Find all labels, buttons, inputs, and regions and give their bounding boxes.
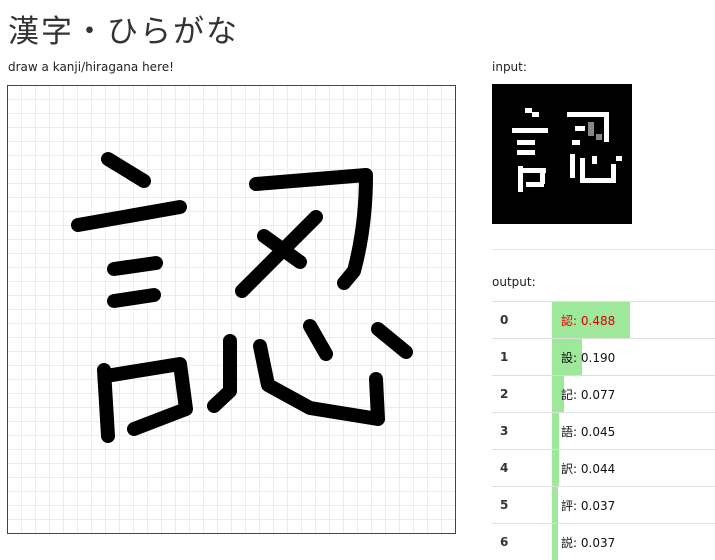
result-text: 記: 0.077 xyxy=(552,388,615,402)
canvas-label: draw a kanji/hiragana here! xyxy=(8,60,174,74)
result-char: 設 xyxy=(561,351,573,365)
output-results-table: 0認: 0.4881設: 0.1902記: 0.0773語: 0.0454訳: … xyxy=(492,301,715,560)
input-label: input: xyxy=(492,60,527,74)
result-rank: 2 xyxy=(492,376,552,413)
drawn-strokes xyxy=(8,86,456,534)
result-rank: 0 xyxy=(492,302,552,339)
result-rank: 1 xyxy=(492,339,552,376)
result-text: 設: 0.190 xyxy=(552,351,615,365)
result-score: 0.488 xyxy=(581,314,615,328)
result-row: 0認: 0.488 xyxy=(492,302,715,339)
result-row: 4訳: 0.044 xyxy=(492,450,715,487)
result-score: 0.045 xyxy=(581,425,615,439)
result-text: 語: 0.045 xyxy=(552,425,615,439)
result-char: 記 xyxy=(561,388,573,402)
result-cell: 評: 0.037 xyxy=(552,487,715,524)
result-cell: 説: 0.037 xyxy=(552,524,715,560)
input-preview-image xyxy=(492,84,632,224)
section-divider xyxy=(492,249,715,250)
result-text: 評: 0.037 xyxy=(552,499,615,513)
result-score: 0.037 xyxy=(581,536,615,550)
result-score: 0.190 xyxy=(581,351,615,365)
result-row: 3語: 0.045 xyxy=(492,413,715,450)
result-char: 語 xyxy=(561,425,573,439)
result-char: 認 xyxy=(561,314,573,328)
result-cell: 語: 0.045 xyxy=(552,413,715,450)
output-label: output: xyxy=(492,275,536,289)
result-char: 説 xyxy=(561,536,573,550)
result-score: 0.037 xyxy=(581,499,615,513)
result-text: 説: 0.037 xyxy=(552,536,615,550)
result-row: 6説: 0.037 xyxy=(492,524,715,560)
page-title: 漢字・ひらがな xyxy=(8,6,239,51)
result-rank: 4 xyxy=(492,450,552,487)
result-row: 5評: 0.037 xyxy=(492,487,715,524)
result-char: 評 xyxy=(561,499,573,513)
result-cell: 設: 0.190 xyxy=(552,339,715,376)
result-cell: 認: 0.488 xyxy=(552,302,715,339)
result-cell: 訳: 0.044 xyxy=(552,450,715,487)
result-text: 認: 0.488 xyxy=(552,314,615,328)
result-cell: 記: 0.077 xyxy=(552,376,715,413)
result-text: 訳: 0.044 xyxy=(552,462,615,476)
result-char: 訳 xyxy=(561,462,573,476)
result-row: 2記: 0.077 xyxy=(492,376,715,413)
result-score: 0.077 xyxy=(581,388,615,402)
drawing-canvas[interactable] xyxy=(7,85,456,534)
result-rank: 6 xyxy=(492,524,552,560)
result-rank: 3 xyxy=(492,413,552,450)
result-row: 1設: 0.190 xyxy=(492,339,715,376)
result-rank: 5 xyxy=(492,487,552,524)
result-score: 0.044 xyxy=(581,462,615,476)
